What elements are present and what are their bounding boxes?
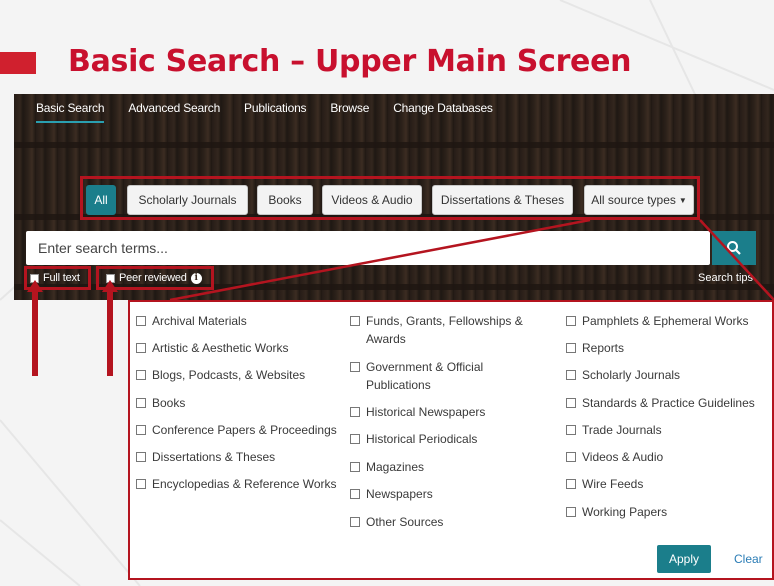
- option-trade-journals[interactable]: Trade Journals: [566, 421, 662, 439]
- option-wire-feeds[interactable]: Wire Feeds: [566, 475, 643, 493]
- title-accent-bar: [0, 52, 36, 74]
- option-books[interactable]: Books: [136, 394, 185, 412]
- checkbox[interactable]: [566, 452, 576, 462]
- source-videos-audio-button[interactable]: Videos & Audio: [322, 185, 422, 215]
- nav-publications[interactable]: Publications: [244, 101, 307, 123]
- slide-title: Basic Search – Upper Main Screen: [68, 44, 632, 79]
- info-icon[interactable]: i: [190, 272, 202, 284]
- option-funds-grants[interactable]: Funds, Grants, Fellowships & Awards: [350, 312, 540, 348]
- arrow-up-icon: [27, 280, 43, 376]
- option-working-papers[interactable]: Working Papers: [566, 503, 667, 521]
- all-source-types-label: All source types: [591, 193, 676, 207]
- option-conference-papers[interactable]: Conference Papers & Proceedings: [136, 421, 337, 439]
- search-tips-link[interactable]: Search tips: [698, 272, 753, 284]
- checkbox[interactable]: [566, 343, 576, 353]
- source-scholarly-journals-button[interactable]: Scholarly Journals: [127, 185, 248, 215]
- option-newspapers[interactable]: Newspapers: [350, 485, 433, 503]
- checkbox[interactable]: [350, 517, 360, 527]
- nav-basic-search[interactable]: Basic Search: [36, 101, 105, 123]
- apply-button[interactable]: Apply: [657, 545, 711, 573]
- option-reports[interactable]: Reports: [566, 339, 624, 357]
- nav-change-databases[interactable]: Change Databases: [393, 101, 493, 123]
- option-artistic-aesthetic-works[interactable]: Artistic & Aesthetic Works: [136, 339, 288, 357]
- top-navigation: Basic Search Advanced Search Publication…: [36, 101, 493, 123]
- checkbox[interactable]: [566, 398, 576, 408]
- checkbox[interactable]: [136, 452, 146, 462]
- option-magazines[interactable]: Magazines: [350, 458, 424, 476]
- checkbox[interactable]: [136, 316, 146, 326]
- option-videos-audio[interactable]: Videos & Audio: [566, 448, 663, 466]
- search-button[interactable]: [712, 231, 756, 265]
- checkbox[interactable]: [136, 398, 146, 408]
- nav-browse[interactable]: Browse: [330, 101, 369, 123]
- full-text-label: Full text: [43, 272, 80, 284]
- option-pamphlets[interactable]: Pamphlets & Ephemeral Works: [566, 312, 749, 330]
- search-header-panel: Basic Search Advanced Search Publication…: [14, 94, 774, 300]
- option-historical-periodicals[interactable]: Historical Periodicals: [350, 430, 477, 448]
- peer-reviewed-checkbox[interactable]: Peer reviewed i: [106, 272, 202, 284]
- checkbox[interactable]: [350, 489, 360, 499]
- checkbox[interactable]: [566, 370, 576, 380]
- option-archival-materials[interactable]: Archival Materials: [136, 312, 247, 330]
- source-dissertations-theses-button[interactable]: Dissertations & Theses: [432, 185, 573, 215]
- option-government-publications[interactable]: Government & Official Publications: [350, 358, 510, 394]
- clear-link[interactable]: Clear: [734, 552, 763, 566]
- search-input[interactable]: Enter search terms...: [26, 231, 710, 265]
- checkbox[interactable]: [350, 407, 360, 417]
- search-icon: [727, 241, 741, 255]
- option-historical-newspapers[interactable]: Historical Newspapers: [350, 403, 485, 421]
- all-source-types-dropdown[interactable]: All source types ▼: [584, 185, 694, 215]
- option-other-sources[interactable]: Other Sources: [350, 513, 443, 531]
- source-all-button[interactable]: All: [86, 185, 116, 215]
- option-encyclopedias[interactable]: Encyclopedias & Reference Works: [136, 475, 337, 493]
- option-dissertations-theses[interactable]: Dissertations & Theses: [136, 448, 275, 466]
- arrow-up-icon: [102, 280, 118, 376]
- source-books-button[interactable]: Books: [257, 185, 313, 215]
- option-scholarly-journals[interactable]: Scholarly Journals: [566, 366, 680, 384]
- caret-down-icon: ▼: [678, 195, 687, 205]
- checkbox[interactable]: [350, 362, 360, 372]
- option-blogs-podcasts-websites[interactable]: Blogs, Podcasts, & Websites: [136, 366, 305, 384]
- checkbox[interactable]: [136, 343, 146, 353]
- checkbox[interactable]: [136, 425, 146, 435]
- checkbox[interactable]: [566, 316, 576, 326]
- checkbox[interactable]: [350, 434, 360, 444]
- option-standards-guidelines[interactable]: Standards & Practice Guidelines: [566, 394, 755, 412]
- checkbox[interactable]: [136, 479, 146, 489]
- checkbox[interactable]: [350, 462, 360, 472]
- checkbox[interactable]: [350, 316, 360, 326]
- checkbox[interactable]: [136, 370, 146, 380]
- peer-reviewed-label: Peer reviewed: [119, 272, 187, 284]
- checkbox[interactable]: [566, 507, 576, 517]
- checkbox[interactable]: [566, 425, 576, 435]
- source-types-dropdown: Archival Materials Artistic & Aesthetic …: [128, 300, 774, 580]
- nav-advanced-search[interactable]: Advanced Search: [128, 101, 220, 123]
- checkbox[interactable]: [566, 479, 576, 489]
